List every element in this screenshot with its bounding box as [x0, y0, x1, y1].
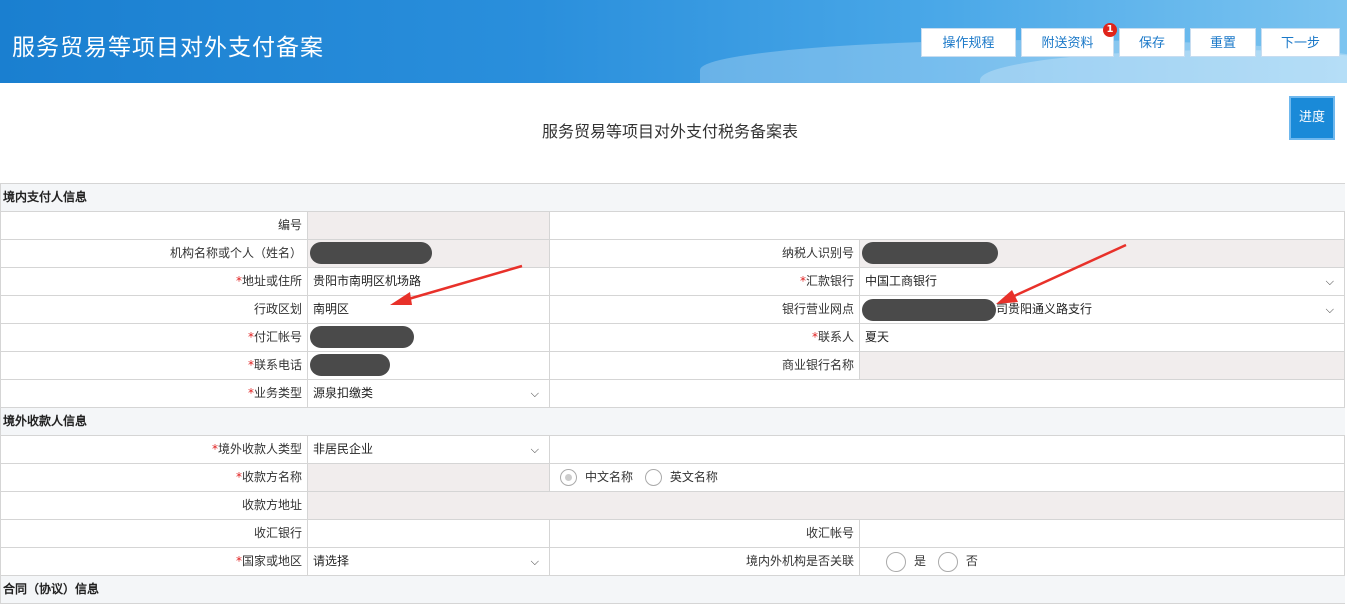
arrow-head-icon	[996, 290, 1018, 304]
arrow-head-icon	[390, 292, 412, 305]
annotation-arrows	[390, 243, 1127, 305]
annotation-arrow-right	[1011, 243, 1127, 299]
annotation-arrow-left	[404, 264, 523, 302]
